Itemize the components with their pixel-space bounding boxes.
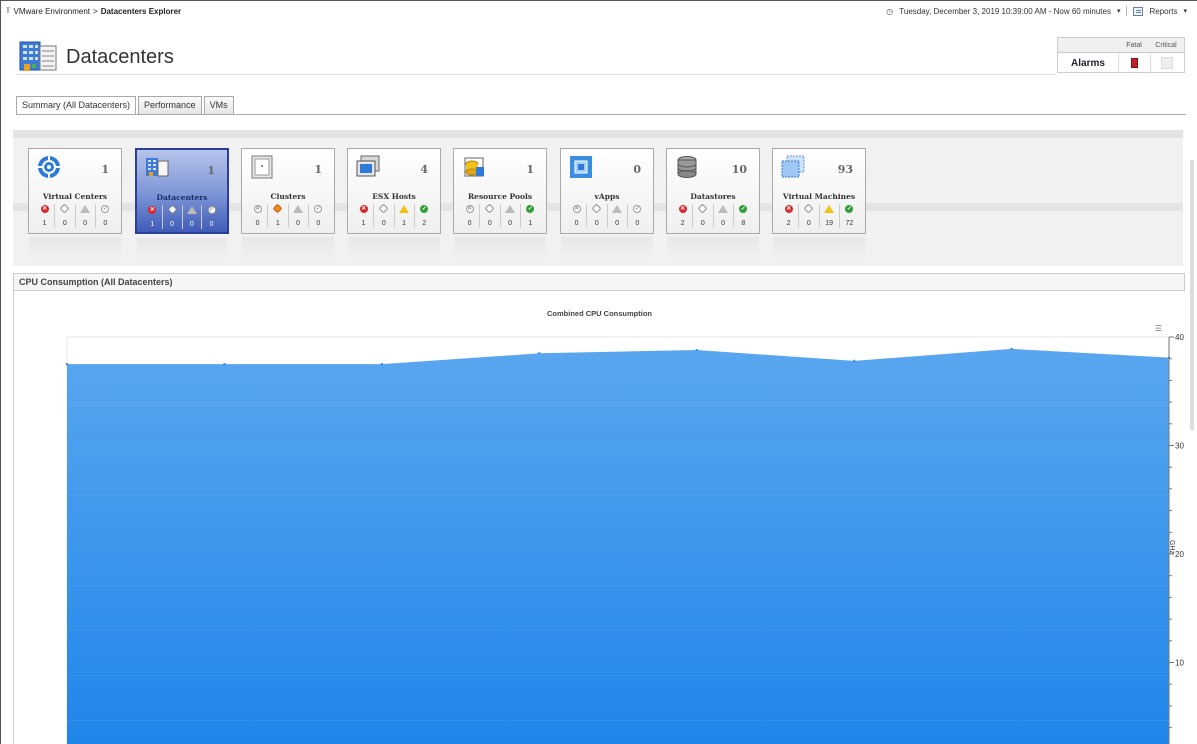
area-band bbox=[67, 675, 1169, 676]
area-band bbox=[67, 540, 1169, 541]
area-band bbox=[67, 720, 1169, 721]
y-tick-label: 30 bbox=[1175, 442, 1184, 451]
data-point[interactable] bbox=[538, 352, 541, 355]
y-tick-label: 10 bbox=[1175, 659, 1184, 668]
data-point[interactable] bbox=[223, 362, 226, 366]
data-point[interactable] bbox=[1010, 347, 1013, 351]
area-band bbox=[67, 450, 1169, 451]
y-tick-label: 40 bbox=[1175, 333, 1184, 342]
data-point[interactable] bbox=[695, 348, 698, 352]
area-band bbox=[67, 630, 1169, 631]
data-point[interactable] bbox=[65, 362, 69, 366]
area-band bbox=[67, 405, 1169, 406]
area-band bbox=[67, 585, 1169, 586]
data-point[interactable] bbox=[380, 362, 384, 366]
vertical-scrollbar[interactable] bbox=[1190, 160, 1194, 430]
cpu-area-chart: 40 30 20 10 bbox=[65, 333, 1184, 744]
y-axis-label: GHz bbox=[1168, 540, 1175, 554]
y-tick-label: 20 bbox=[1175, 550, 1184, 559]
area-band bbox=[67, 495, 1169, 496]
cpu-area-series[interactable] bbox=[67, 348, 1169, 744]
data-point[interactable] bbox=[852, 359, 856, 363]
